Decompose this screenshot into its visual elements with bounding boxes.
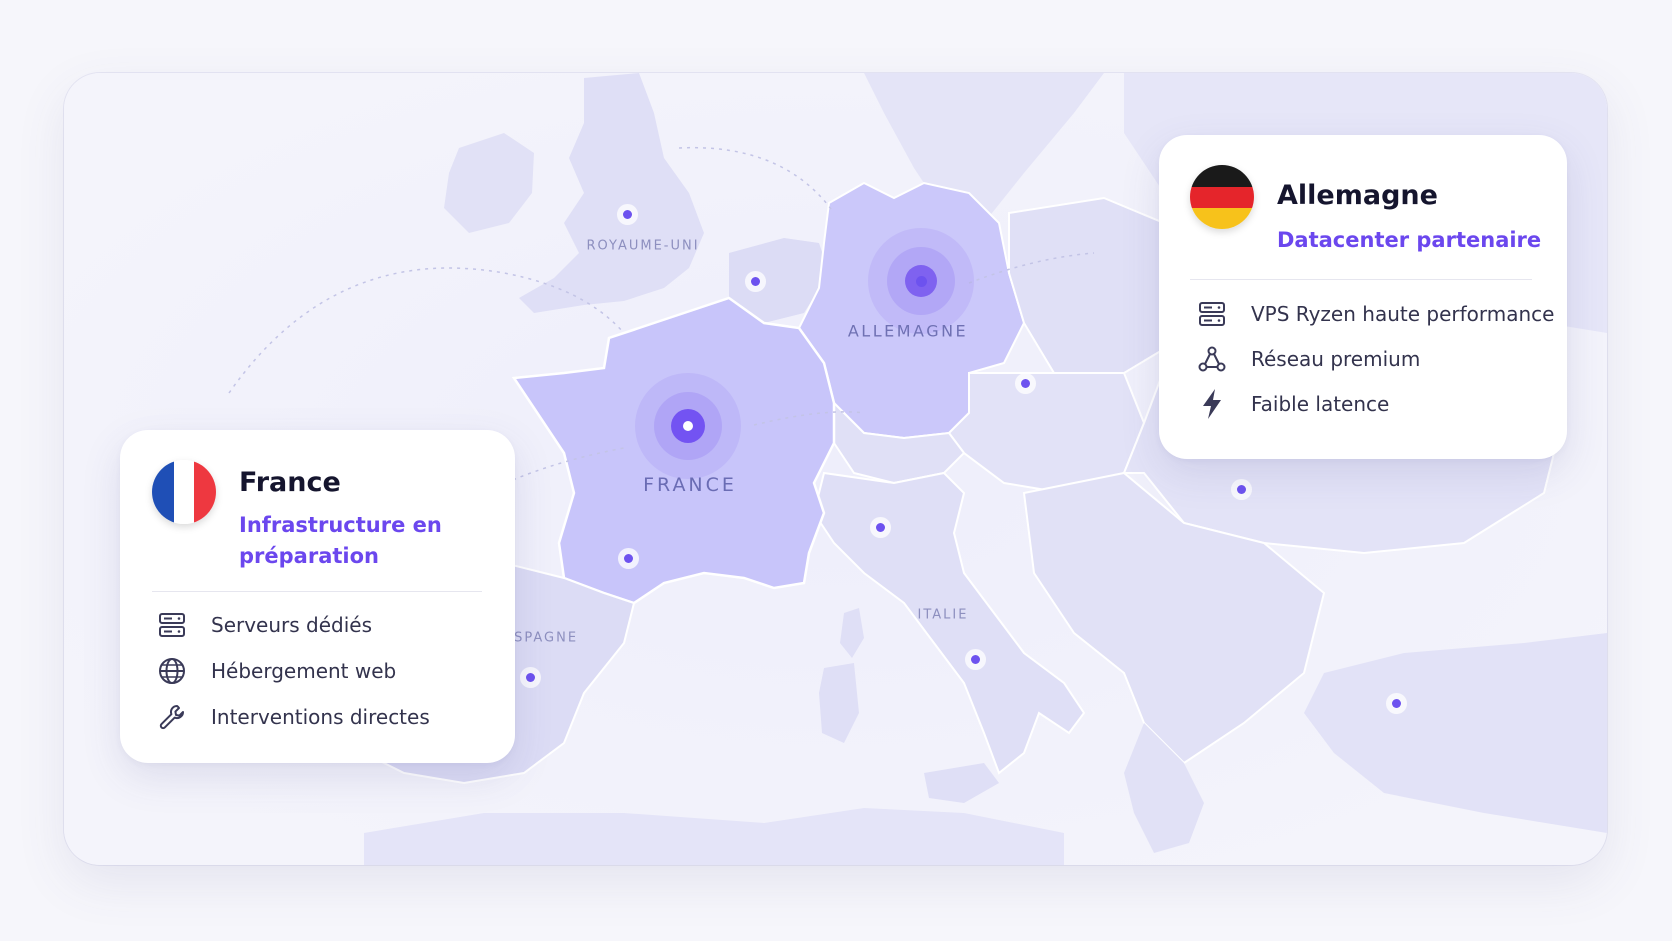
germany-card: Allemagne Datacenter partenaire VPS Ryze… — [1159, 135, 1567, 459]
germany-label: ALLEMAGNE — [847, 321, 969, 341]
france-feature-dedicated-servers: Serveurs dédiés — [155, 608, 372, 642]
france-card-title: France — [239, 467, 341, 498]
germany-feature-label: VPS Ryzen haute performance — [1251, 302, 1555, 326]
france-card-subtitle-line1: Infrastructure en — [239, 513, 442, 537]
germany-feature-network: Réseau premium — [1195, 342, 1420, 376]
france-card-subtitle-line2: préparation — [239, 544, 379, 568]
uk-label: ROYAUME-UNI — [586, 238, 700, 254]
france-feature-web-hosting: Hébergement web — [155, 654, 396, 688]
network-icon — [1195, 342, 1229, 376]
turkey-location-dot[interactable] — [1391, 698, 1401, 708]
germany-card-title: Allemagne — [1277, 180, 1438, 211]
france-feature-direct-interventions: Interventions directes — [155, 700, 430, 734]
uk-location-dot[interactable] — [622, 209, 632, 219]
france-card-divider — [152, 591, 482, 592]
benelux-location-dot[interactable] — [750, 276, 760, 286]
france-feature-label: Hébergement web — [211, 659, 397, 683]
germany-feature-label: Réseau premium — [1251, 347, 1421, 371]
spain-label: ESPAGNE — [503, 630, 579, 646]
wrench-icon — [155, 700, 189, 734]
south-france-location-dot[interactable] — [623, 553, 633, 563]
server-icon — [155, 608, 189, 642]
east-europe-location-dot[interactable] — [1236, 484, 1246, 494]
france-feature-label: Interventions directes — [211, 705, 430, 729]
germany-card-divider — [1190, 279, 1532, 280]
germany-feature-latency: Faible latence — [1195, 387, 1389, 421]
central-europe-location-dot[interactable] — [1020, 378, 1030, 388]
germany-card-subtitle: Datacenter partenaire — [1277, 228, 1542, 252]
spain-location-dot[interactable] — [525, 672, 535, 682]
south-italy-location-dot[interactable] — [970, 654, 980, 664]
germany-feature-vps: VPS Ryzen haute performance — [1195, 297, 1554, 331]
france-label: FRANCE — [643, 474, 737, 496]
germany-flag-icon — [1190, 165, 1254, 229]
france-flag-icon — [152, 460, 216, 524]
germany-feature-label: Faible latence — [1251, 392, 1390, 416]
north-italy-location-dot[interactable] — [875, 522, 885, 532]
italy-label: ITALIE — [917, 607, 969, 623]
france-feature-label: Serveurs dédiés — [211, 613, 373, 637]
germany-flag — [1190, 165, 1254, 229]
globe-icon — [155, 654, 189, 688]
lightning-icon — [1195, 387, 1229, 421]
france-flag — [152, 460, 216, 524]
france-card: France Infrastructure en préparation Ser… — [120, 430, 515, 763]
server-icon — [1195, 297, 1229, 331]
